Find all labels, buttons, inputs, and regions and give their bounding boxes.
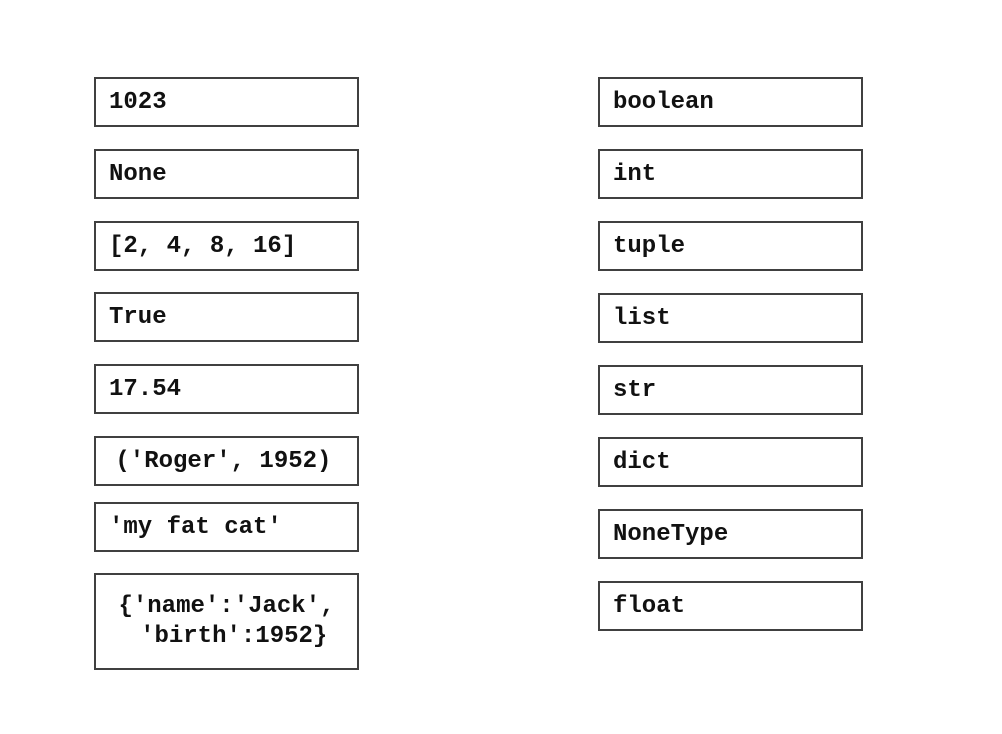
value-box[interactable]: True <box>94 292 359 342</box>
type-box[interactable]: int <box>598 149 863 199</box>
type-box[interactable]: NoneType <box>598 509 863 559</box>
type-box[interactable]: tuple <box>598 221 863 271</box>
value-line: {'name':'Jack', <box>118 592 335 620</box>
type-box[interactable]: dict <box>598 437 863 487</box>
value-box[interactable]: 'my fat cat' <box>94 502 359 552</box>
value-line: 'birth':1952} <box>125 622 328 650</box>
type-box[interactable]: boolean <box>598 77 863 127</box>
type-box[interactable]: str <box>598 365 863 415</box>
value-box[interactable]: {'name':'Jack', 'birth':1952} <box>94 573 359 670</box>
type-box[interactable]: float <box>598 581 863 631</box>
value-box[interactable]: [2, 4, 8, 16] <box>94 221 359 271</box>
value-box[interactable]: 1023 <box>94 77 359 127</box>
value-box[interactable]: 17.54 <box>94 364 359 414</box>
value-box[interactable]: ('Roger', 1952) <box>94 436 359 486</box>
type-box[interactable]: list <box>598 293 863 343</box>
value-box[interactable]: None <box>94 149 359 199</box>
